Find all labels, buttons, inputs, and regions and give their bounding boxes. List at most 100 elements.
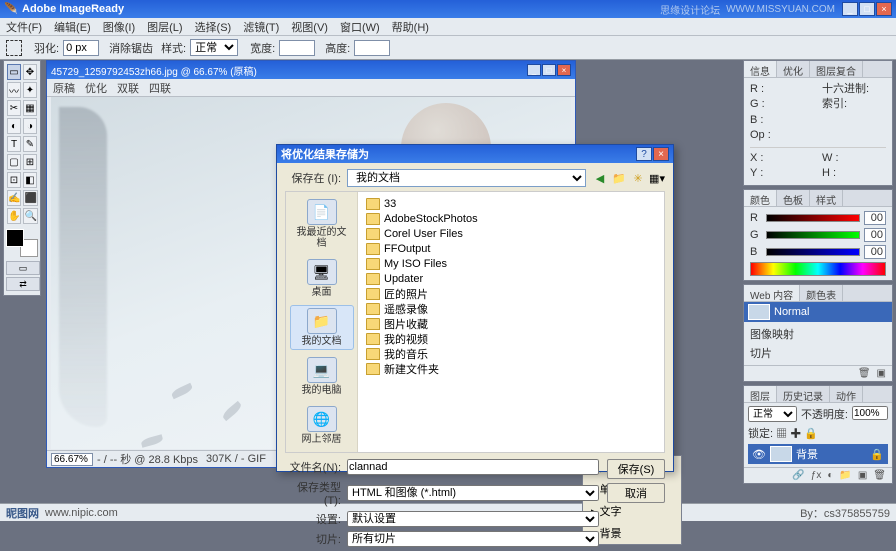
menu-filter[interactable]: 滤镜(T) <box>243 19 279 35</box>
file-item[interactable]: 遥感录像 <box>364 301 658 316</box>
tab-original[interactable]: 原稿 <box>53 80 75 96</box>
marquee-tool[interactable]: ▭ <box>7 64 21 80</box>
menu-edit[interactable]: 编辑(E) <box>54 19 91 35</box>
lock-all-icon[interactable]: 🔒 <box>804 428 818 440</box>
save-button[interactable]: 保存(S) <box>607 459 665 479</box>
close-button[interactable]: × <box>876 2 892 16</box>
minimize-button[interactable]: _ <box>842 2 858 16</box>
viewmenu-icon[interactable]: ▦▾ <box>649 170 665 186</box>
tab-tool[interactable]: ⊞ <box>23 154 37 170</box>
dialog-titlebar[interactable]: 将优化结果存储为 ? × <box>277 145 673 163</box>
file-item[interactable]: 33 <box>364 196 658 211</box>
shape-tool[interactable]: ▢ <box>7 154 21 170</box>
imagemap-tool[interactable]: ◐ <box>7 118 21 134</box>
trash-icon[interactable]: 🗑 <box>858 368 871 379</box>
web-imagemap[interactable]: 图像映射 <box>750 326 886 342</box>
hand-tool[interactable]: ✋ <box>7 208 21 224</box>
newlayer-icon[interactable]: ▣ <box>858 470 867 481</box>
tab-swatches[interactable]: 色板 <box>777 190 810 206</box>
lock-position-icon[interactable]: ✚ <box>790 428 801 440</box>
slice-select[interactable]: 所有切片 <box>347 531 599 547</box>
height-input[interactable] <box>354 40 390 56</box>
tab-colortable[interactable]: 颜色表 <box>800 285 843 301</box>
web-slice[interactable]: 切片 <box>750 345 886 361</box>
maximize-button[interactable]: □ <box>859 2 875 16</box>
width-input[interactable] <box>279 40 315 56</box>
place-mydocs[interactable]: 📁我的文档 <box>290 305 354 350</box>
lock-pixels-icon[interactable]: ▦ <box>776 428 787 440</box>
preview-toggle[interactable]: ▭ <box>6 261 40 275</box>
new-icon[interactable]: ▣ <box>877 368 886 379</box>
tab-history[interactable]: 历史记录 <box>777 386 830 402</box>
jump-to-ps[interactable]: ⇄ <box>6 277 40 291</box>
menu-select[interactable]: 选择(S) <box>195 19 232 35</box>
visibility-icon[interactable]: 👁 <box>752 448 766 461</box>
file-item[interactable]: 新建文件夹 <box>364 361 658 376</box>
link-icon[interactable]: 🔗 <box>792 470 804 481</box>
menu-image[interactable]: 图像(I) <box>103 19 135 35</box>
tab-optimized[interactable]: 优化 <box>85 80 107 96</box>
r-slider[interactable] <box>766 214 860 222</box>
color-swatches[interactable] <box>6 229 38 257</box>
spectrum-bar[interactable] <box>750 262 886 276</box>
doc-maximize-button[interactable]: □ <box>542 64 556 76</box>
marquee-tool-icon[interactable] <box>6 40 22 56</box>
tab-2up[interactable]: 双联 <box>117 80 139 96</box>
eraser-tool[interactable]: ◧ <box>23 172 37 188</box>
tab-optimize[interactable]: 优化 <box>777 61 810 77</box>
crop-tool[interactable]: ⊡ <box>7 172 21 188</box>
menu-file[interactable]: 文件(F) <box>6 19 42 35</box>
wand-tool[interactable]: ✦ <box>23 82 37 98</box>
file-item[interactable]: 匠的照片 <box>364 286 658 301</box>
place-desktop[interactable]: 🖥桌面 <box>290 256 354 301</box>
filename-input[interactable] <box>347 459 599 475</box>
file-item[interactable]: Updater <box>364 271 658 286</box>
settings-select[interactable]: 默认设置 <box>347 511 599 527</box>
file-list[interactable]: 33AdobeStockPhotosCorel User FilesFFOutp… <box>358 192 664 452</box>
tab-color[interactable]: 颜色 <box>744 190 777 206</box>
file-item[interactable]: 我的音乐 <box>364 346 658 361</box>
up-icon[interactable]: 📁 <box>611 170 627 186</box>
layer-background[interactable]: 👁背景🔒 <box>748 444 888 464</box>
eyedropper-tool[interactable]: ✍ <box>7 190 21 206</box>
dialog-help-button[interactable]: ? <box>636 147 652 161</box>
doc-minimize-button[interactable]: _ <box>527 64 541 76</box>
file-item[interactable]: AdobeStockPhotos <box>364 211 658 226</box>
dialog-close-button[interactable]: × <box>653 147 669 161</box>
filetype-select[interactable]: HTML 和图像 (*.html) <box>347 485 599 501</box>
b-slider[interactable] <box>766 248 860 256</box>
place-mycomputer[interactable]: 💻我的电脑 <box>290 354 354 399</box>
tab-layers[interactable]: 图层 <box>744 386 777 402</box>
lasso-tool[interactable]: 〰 <box>7 82 21 98</box>
menu-layer[interactable]: 图层(L) <box>147 19 182 35</box>
fg-color[interactable] <box>6 229 24 247</box>
brush-tool[interactable]: ✎ <box>23 136 37 152</box>
menu-window[interactable]: 窗口(W) <box>340 19 380 35</box>
opacity-input[interactable] <box>852 406 888 420</box>
g-value[interactable]: 00 <box>864 228 886 242</box>
cancel-button[interactable]: 取消 <box>607 483 665 503</box>
tab-4up[interactable]: 四联 <box>149 80 171 96</box>
place-network[interactable]: 🌐网上邻居 <box>290 403 354 448</box>
folder-icon[interactable]: 📁 <box>839 470 851 481</box>
web-normal-item[interactable]: Normal <box>744 302 892 322</box>
zoom-input[interactable] <box>51 453 93 466</box>
file-item[interactable]: FFOutput <box>364 241 658 256</box>
move-tool[interactable]: ✥ <box>23 64 37 80</box>
document-titlebar[interactable]: 45729_1259792453zh66.jpg @ 66.67% (原稿) _… <box>47 61 575 79</box>
slice-select-tool[interactable]: ▦ <box>23 100 37 116</box>
imagemap-select-tool[interactable]: ◑ <box>23 118 37 134</box>
file-item[interactable]: 我的视频 <box>364 331 658 346</box>
bucket-tool[interactable]: ⬛ <box>23 190 37 206</box>
menu-help[interactable]: 帮助(H) <box>392 19 429 35</box>
savein-select[interactable]: 我的文档 <box>347 169 586 187</box>
tab-styles[interactable]: 样式 <box>810 190 843 206</box>
menu-view[interactable]: 视图(V) <box>291 19 328 35</box>
mask-icon[interactable]: ◐ <box>827 470 833 481</box>
r-value[interactable]: 00 <box>864 211 886 225</box>
tab-layercomp[interactable]: 图层复合 <box>810 61 863 77</box>
doc-close-button[interactable]: × <box>557 64 571 76</box>
g-slider[interactable] <box>766 231 860 239</box>
type-tool[interactable]: T <box>7 136 21 152</box>
b-value[interactable]: 00 <box>864 245 886 259</box>
